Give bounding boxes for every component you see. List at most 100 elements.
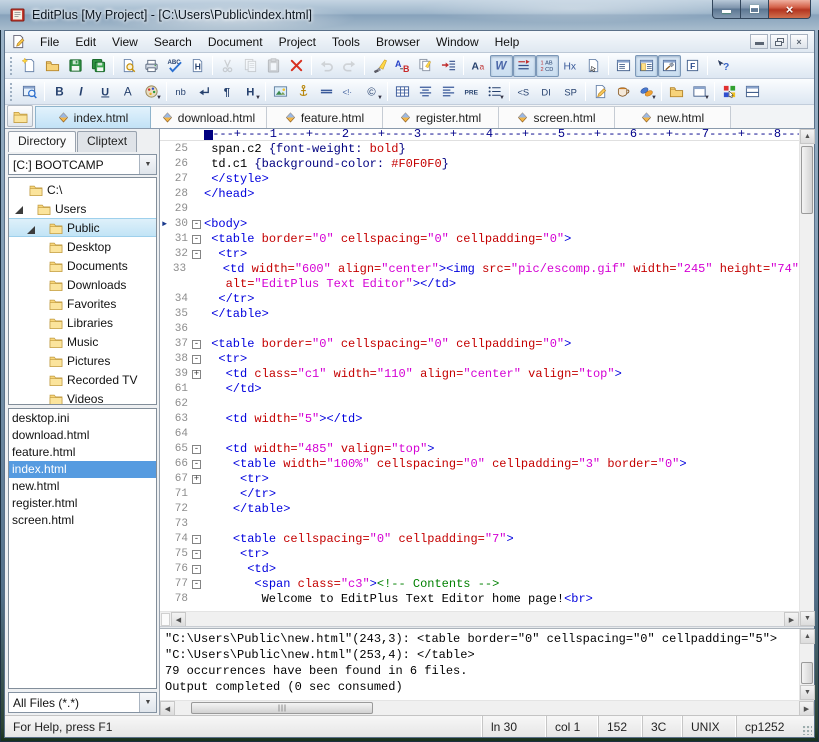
file-filter-selector[interactable]: All Files (*.*) ▼ (8, 692, 157, 713)
text-color-button[interactable]: ▼ (140, 81, 163, 103)
code-line-63[interactable]: 63 <td width="5"></td> (160, 412, 799, 427)
code-line-67[interactable]: 67+ <tr> (160, 472, 799, 487)
output-vscroll-track[interactable] (800, 644, 814, 685)
code-line-73[interactable]: 73 (160, 517, 799, 532)
find-button[interactable] (368, 55, 391, 77)
close-button[interactable]: × (768, 0, 811, 19)
maximize-button[interactable] (741, 0, 768, 19)
chevron-down-icon[interactable]: ▼ (139, 693, 156, 712)
heading-button[interactable]: H▼ (239, 81, 262, 103)
code-line-27[interactable]: 27 </style> (160, 172, 799, 187)
fold-collapse-icon[interactable]: - (192, 445, 201, 454)
strikethrough-button[interactable]: <S (513, 81, 536, 103)
menu-tools[interactable]: Tools (324, 33, 368, 52)
div-tag-button[interactable]: DI (536, 81, 559, 103)
minimize-button[interactable] (712, 0, 741, 19)
output-hscroll-track[interactable] (175, 701, 799, 715)
file-item-index-html[interactable]: index.html (9, 461, 156, 478)
fold-expand-icon[interactable]: + (192, 475, 201, 484)
output-vscrollbar[interactable]: ▲ ▼ (799, 629, 814, 700)
code-line-31[interactable]: 31- <table border="0" cellspacing="0" ce… (160, 232, 799, 247)
code-line-74[interactable]: 74- <table cellspacing="0" cellpadding="… (160, 532, 799, 547)
special-character-button[interactable]: ©▼ (361, 81, 384, 103)
code-line-25[interactable]: 25 span.c2 {font-weight: bold} (160, 142, 799, 157)
hex-viewer-button[interactable]: Hx (559, 55, 582, 77)
document-icon[interactable] (9, 33, 28, 51)
code-line-62[interactable]: 62 (160, 397, 799, 412)
mdi-restore-button[interactable] (770, 34, 788, 49)
tree-item-documents[interactable]: Documents (9, 256, 156, 275)
tree-item-music[interactable]: Music (9, 332, 156, 351)
mdi-minimize-button[interactable] (750, 34, 768, 49)
tab-register-html[interactable]: register.html (383, 106, 499, 128)
browser-window-button[interactable] (718, 81, 741, 103)
fold-collapse-icon[interactable]: - (192, 250, 201, 259)
new-document-button[interactable] (18, 55, 41, 77)
code-line-71[interactable]: 71 </tr> (160, 487, 799, 502)
code-line-39[interactable]: 39+ <td class="c1" width="110" align="ce… (160, 367, 799, 382)
output-hscrollbar[interactable]: ◀ ▶ (160, 700, 814, 715)
file-item-register-html[interactable]: register.html (9, 495, 156, 512)
code-line-35[interactable]: 35 </table> (160, 307, 799, 322)
editor-hscroll-track[interactable] (186, 612, 784, 626)
spell-check-button[interactable]: ABC (163, 55, 186, 77)
editor-vscroll-track[interactable] (800, 144, 814, 611)
scroll-down-arrow[interactable]: ▼ (800, 685, 815, 700)
scroll-up-arrow[interactable]: ▲ (800, 129, 815, 144)
word-wrap-button[interactable]: W (490, 55, 513, 77)
menu-project[interactable]: Project (271, 33, 324, 52)
fold-collapse-icon[interactable]: - (192, 340, 201, 349)
file-list-button[interactable] (7, 105, 33, 127)
code-editor[interactable]: 25 span.c2 {font-weight: bold}26 td.c1 {… (160, 141, 799, 611)
center-text-button[interactable] (414, 81, 437, 103)
fold-collapse-icon[interactable]: - (192, 235, 201, 244)
tree-item-recorded-tv[interactable]: Recorded TV (9, 370, 156, 389)
line-numbers-button[interactable]: 1AB2CD (536, 55, 559, 77)
code-line-65[interactable]: 65- <td width="485" valign="top"> (160, 442, 799, 457)
insert-script-button[interactable]: ▼ (635, 81, 658, 103)
editor-hscrollbar[interactable]: ◀ ▶ (160, 611, 799, 626)
open-file-button[interactable] (41, 55, 64, 77)
toolbar-grip[interactable] (10, 57, 15, 75)
editor-vscroll-thumb[interactable] (801, 146, 813, 214)
fold-collapse-icon[interactable]: - (192, 535, 201, 544)
fold-collapse-icon[interactable]: - (192, 355, 201, 364)
cliptext-window-button[interactable] (612, 55, 635, 77)
tree-item-public[interactable]: Public (9, 218, 156, 237)
menu-browser[interactable]: Browser (368, 33, 428, 52)
fold-expand-icon[interactable]: + (192, 370, 201, 379)
output-vscroll-thumb[interactable] (801, 662, 813, 684)
code-line-61[interactable]: 61 </td> (160, 382, 799, 397)
new-html-document-button[interactable]: H (186, 55, 209, 77)
bold-button[interactable]: B (48, 81, 71, 103)
scroll-right-arrow[interactable]: ▶ (799, 701, 814, 716)
context-help-button[interactable]: ? (711, 55, 734, 77)
print-button[interactable] (140, 55, 163, 77)
menu-search[interactable]: Search (146, 33, 200, 52)
tree-item-desktop[interactable]: Desktop (9, 237, 156, 256)
go-to-line-button[interactable] (437, 55, 460, 77)
drive-selector[interactable]: [C:] BOOTCAMP ▼ (8, 154, 157, 175)
scroll-left-arrow[interactable]: ◀ (160, 701, 175, 716)
scroll-up-arrow[interactable]: ▲ (800, 629, 815, 644)
paragraph-button[interactable]: ¶ (216, 81, 239, 103)
save-button[interactable] (64, 55, 87, 77)
scroll-down-arrow[interactable]: ▼ (800, 611, 815, 626)
code-line-38[interactable]: 38- <tr> (160, 352, 799, 367)
edit-html-button[interactable] (589, 81, 612, 103)
directory-window-button[interactable] (635, 55, 658, 77)
file-item-new-html[interactable]: new.html (9, 478, 156, 495)
mdi-close-button[interactable]: × (790, 34, 808, 49)
menu-window[interactable]: Window (428, 33, 487, 52)
output-text[interactable]: "C:\Users\Public\new.html"(243,3): <tabl… (160, 629, 799, 700)
output-hscroll-thumb[interactable] (191, 702, 373, 714)
tree-item-c[interactable]: C:\ (9, 180, 156, 199)
tree-item-pictures[interactable]: Pictures (9, 351, 156, 370)
fold-collapse-icon[interactable]: - (192, 220, 201, 229)
code-line-66[interactable]: 66- <table width="100%" cellspacing="0" … (160, 457, 799, 472)
fold-collapse-icon[interactable]: - (192, 565, 201, 574)
italic-button[interactable]: I (71, 81, 94, 103)
tab-screen-html[interactable]: screen.html (499, 106, 615, 128)
justify-text-button[interactable] (437, 81, 460, 103)
tab-directory[interactable]: Directory (8, 131, 76, 152)
